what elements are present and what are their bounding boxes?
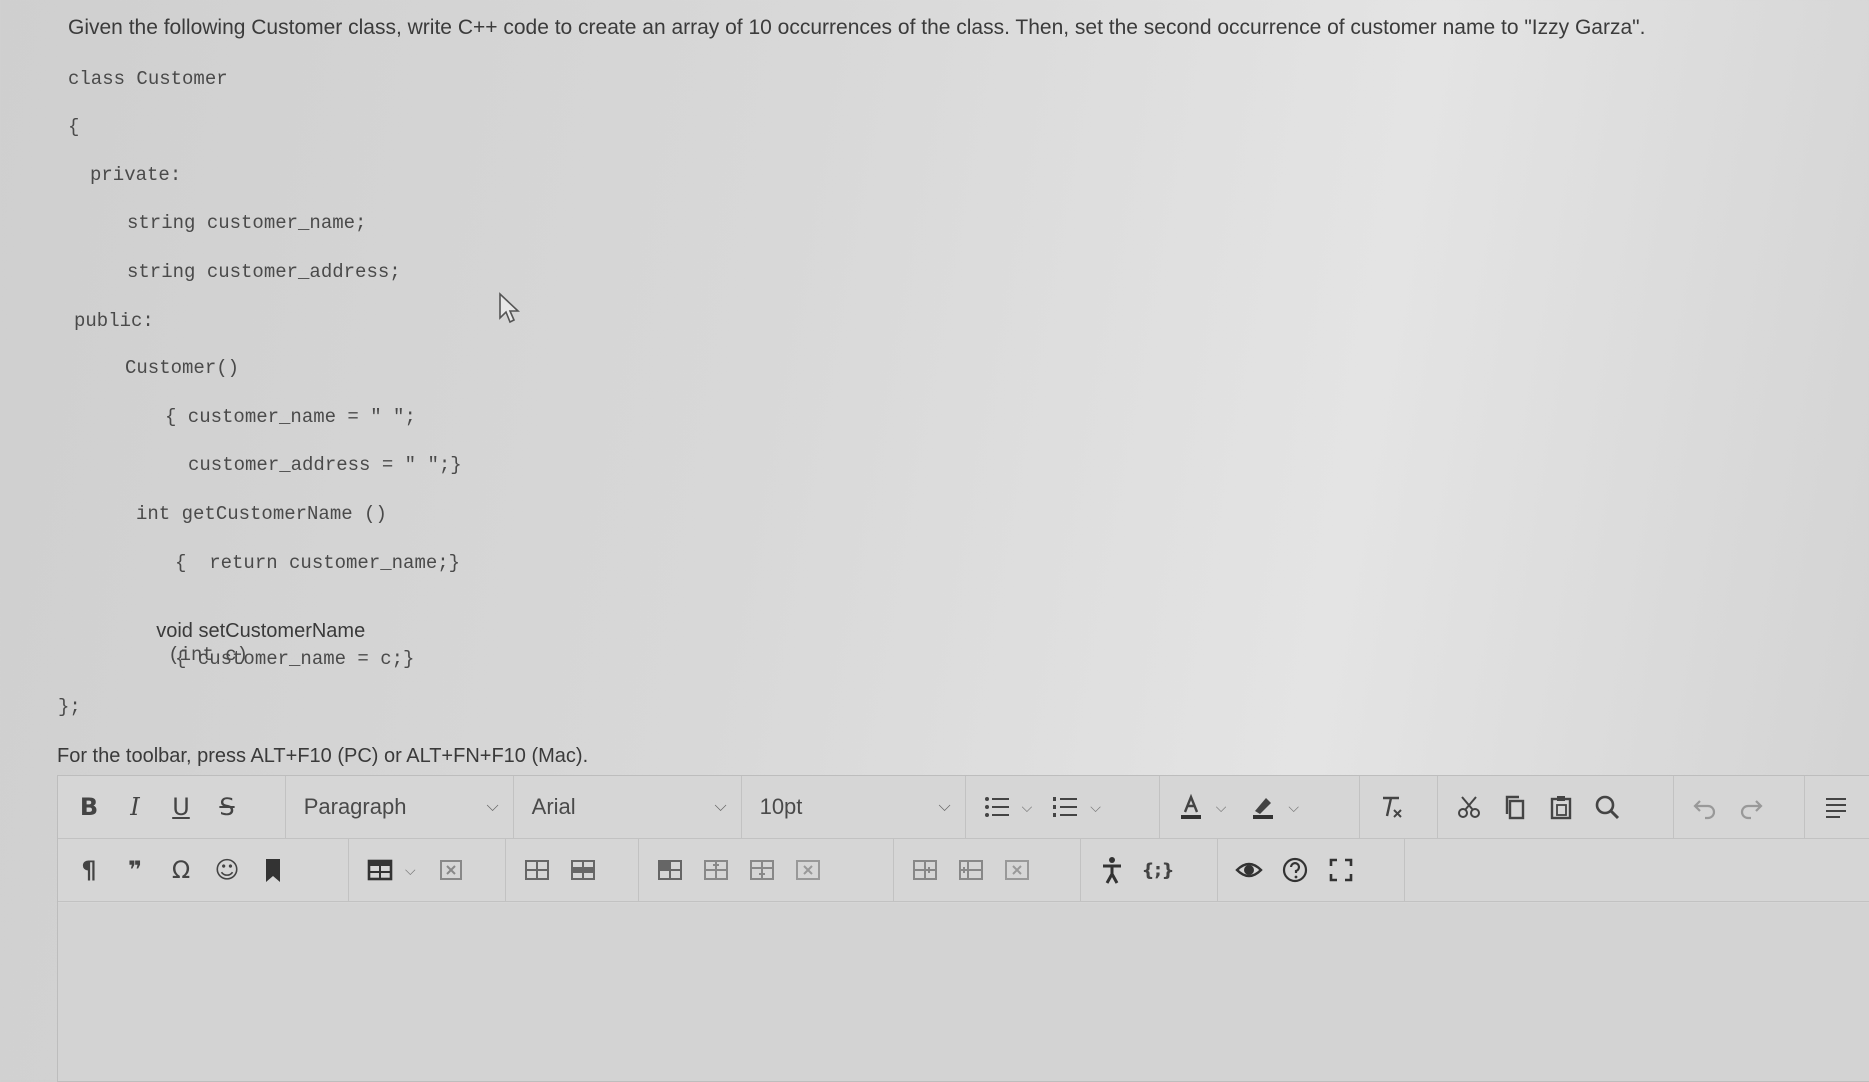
- clipboard-group: [1438, 776, 1674, 838]
- chevron-down-icon: ⌵: [1021, 798, 1033, 815]
- paragraph-mark-button[interactable]: ¶: [66, 847, 112, 893]
- bullet-list-button[interactable]: ⌵: [974, 784, 1033, 830]
- chevron-down-icon: ⌵: [1288, 798, 1300, 815]
- highlight-button[interactable]: ⌵: [1240, 784, 1299, 830]
- copy-icon[interactable]: [1492, 784, 1538, 830]
- blockquote-button[interactable]: ❞: [112, 847, 158, 893]
- code-line: private:: [90, 164, 182, 186]
- code-line: string customer_name;: [127, 212, 367, 234]
- special-character-button[interactable]: Ω: [158, 847, 204, 893]
- row-group: [506, 839, 639, 901]
- question-text: Given the following Customer class, writ…: [68, 16, 1646, 39]
- code-line: customer_address = " ";}: [188, 454, 462, 476]
- font-select-value: Arial: [531, 794, 576, 819]
- accessibility-icon[interactable]: [1089, 847, 1135, 893]
- toolbar-row-1: B I U S Paragraph ⌵ Arial ⌵ 10pt ⌵ ⌵ ⌵ ⌵…: [58, 776, 1869, 839]
- insert-row-before-icon[interactable]: [647, 847, 693, 893]
- code-line: public:: [74, 310, 154, 332]
- list-group: ⌵ ⌵: [966, 776, 1160, 838]
- a11y-group: {;}: [1081, 839, 1218, 901]
- insert-row-after-icon[interactable]: [693, 847, 739, 893]
- mouse-pointer-icon: [499, 292, 521, 324]
- color-group: ⌵ ⌵: [1160, 776, 1360, 838]
- highlight-icon: [1240, 784, 1286, 830]
- paragraph-select[interactable]: Paragraph ⌵: [286, 776, 514, 838]
- code-line: {: [68, 116, 80, 138]
- paragraph-select-value: Paragraph: [303, 794, 407, 819]
- chevron-down-icon: ⌵: [1090, 798, 1101, 815]
- numbered-list-button[interactable]: ⌵: [1042, 784, 1101, 830]
- code-line: { return customer_name;}: [175, 552, 461, 574]
- undo-icon[interactable]: [1682, 784, 1728, 830]
- font-size-select[interactable]: 10pt ⌵: [742, 776, 966, 838]
- insert-group: ¶ ❞ Ω ☺: [58, 839, 349, 901]
- table-cell-icon[interactable]: [560, 847, 606, 893]
- underline-button[interactable]: U: [158, 784, 204, 830]
- code-line: string customer_address;: [127, 261, 401, 283]
- bookmark-icon[interactable]: [250, 847, 296, 893]
- chevron-down-icon: ⌵: [938, 798, 951, 815]
- code-line: class Customer: [68, 68, 228, 90]
- chevron-down-icon: ⌵: [714, 798, 727, 815]
- chevron-down-icon: ⌵: [405, 861, 416, 878]
- table-row-icon[interactable]: [514, 847, 560, 893]
- toolbar-hint: For the toolbar, press ALT+F10 (PC) or A…: [57, 745, 589, 767]
- clear-group: [1360, 776, 1438, 838]
- method-signature: void setCustomerName: [156, 620, 366, 642]
- table-group: ⌵: [349, 839, 506, 901]
- strikethrough-button[interactable]: S: [204, 784, 250, 830]
- cut-icon[interactable]: [1446, 784, 1492, 830]
- source-code-button[interactable]: {;}: [1135, 847, 1181, 893]
- numbered-list-icon: [1042, 784, 1088, 830]
- help-icon[interactable]: [1272, 847, 1318, 893]
- insert-column-before-icon[interactable]: [902, 847, 948, 893]
- clear-format-icon[interactable]: [1368, 784, 1414, 830]
- code-line: Customer(): [125, 357, 240, 379]
- history-group: [1674, 776, 1805, 838]
- bold-button[interactable]: B: [66, 784, 112, 830]
- toolbar-row-2: ¶ ❞ Ω ☺ ⌵ {;}: [58, 839, 1869, 902]
- text-color-icon: [1168, 784, 1214, 830]
- format-group: B I U S: [58, 776, 286, 838]
- code-line: { customer_name = " ";: [165, 406, 416, 428]
- align-group: [1805, 776, 1869, 838]
- delete-row-icon[interactable]: [785, 847, 831, 893]
- emoji-button[interactable]: ☺: [204, 847, 250, 893]
- delete-table-icon[interactable]: [428, 847, 474, 893]
- view-group: [1218, 839, 1405, 901]
- columns-group: [894, 839, 1081, 901]
- table-icon: [357, 847, 403, 893]
- text-color-button[interactable]: ⌵: [1168, 784, 1227, 830]
- bullet-list-icon: [974, 784, 1020, 830]
- code-line: };: [58, 696, 81, 718]
- code-line: { customer_name = c;}: [175, 648, 415, 670]
- editor-content-area[interactable]: [58, 903, 1869, 1081]
- fullscreen-icon[interactable]: [1318, 847, 1364, 893]
- insert-rows-group: [639, 839, 894, 901]
- insert-column-icon[interactable]: [739, 847, 785, 893]
- code-line: int getCustomerName (): [136, 503, 387, 525]
- search-icon[interactable]: [1584, 784, 1630, 830]
- rich-text-editor: B I U S Paragraph ⌵ Arial ⌵ 10pt ⌵ ⌵ ⌵ ⌵…: [57, 775, 1869, 1082]
- font-size-value: 10pt: [759, 794, 803, 819]
- paste-icon[interactable]: [1538, 784, 1584, 830]
- chevron-down-icon: ⌵: [1215, 798, 1227, 815]
- font-select[interactable]: Arial ⌵: [514, 776, 742, 838]
- insert-column-after-icon[interactable]: [948, 847, 994, 893]
- chevron-down-icon: ⌵: [486, 798, 499, 815]
- code-line: void setCustomerName (int c): [134, 597, 365, 689]
- italic-button[interactable]: I: [112, 784, 158, 830]
- redo-icon[interactable]: [1728, 784, 1774, 830]
- table-button[interactable]: ⌵: [357, 847, 416, 893]
- align-icon[interactable]: [1813, 784, 1859, 830]
- preview-icon[interactable]: [1226, 847, 1272, 893]
- delete-column-icon[interactable]: [994, 847, 1040, 893]
